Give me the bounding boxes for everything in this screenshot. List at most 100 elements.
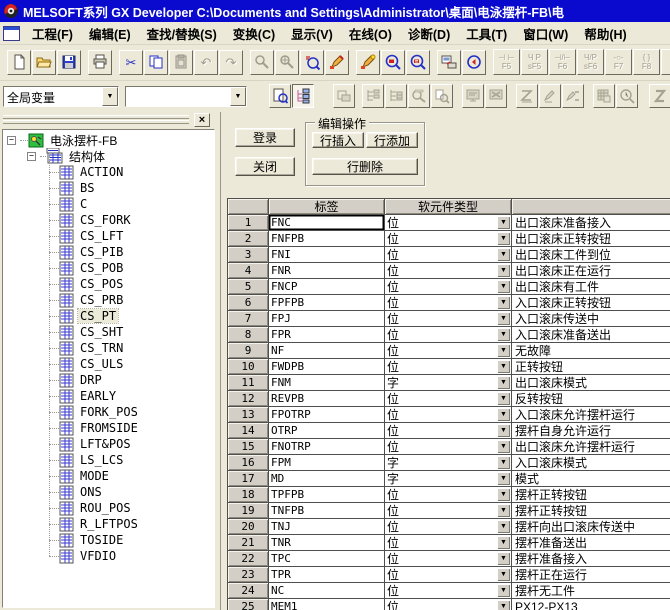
label-cell[interactable]: FNC	[269, 215, 384, 230]
comment-cell[interactable]: 正转按钮	[512, 359, 670, 374]
label-cell[interactable]: FNM	[269, 375, 384, 390]
device-type-cell[interactable]: 字 ▼	[385, 455, 511, 470]
tree-item[interactable]: CS_LFT	[3, 228, 214, 244]
type-dropdown-button[interactable]: ▼	[497, 536, 510, 549]
ladder-symbol-button[interactable]: { } F8	[633, 49, 660, 75]
cross-ref-button[interactable]	[593, 84, 615, 108]
ladder-symbol-button[interactable]: -○- F7	[605, 49, 632, 75]
type-dropdown-button[interactable]: ▼	[497, 344, 510, 357]
comment-cell[interactable]: PX12-PX13	[512, 599, 670, 610]
row-number-cell[interactable]: 16	[228, 455, 268, 470]
row-insert-button[interactable]: 行插入	[312, 132, 364, 148]
row-number-cell[interactable]: 20	[228, 519, 268, 534]
row-append-button[interactable]: 行添加	[366, 132, 418, 148]
label-cell[interactable]: FPOTRP	[269, 407, 384, 422]
device-type-cell[interactable]: 位 ▼	[385, 311, 511, 326]
type-dropdown-button[interactable]: ▼	[497, 440, 510, 453]
tree-item[interactable]: VFDIO	[3, 548, 214, 564]
device-type-cell[interactable]: 位 ▼	[385, 279, 511, 294]
label-cell[interactable]: FNI	[269, 247, 384, 262]
close-button[interactable]: 关闭	[235, 157, 295, 176]
print-button[interactable]	[88, 50, 112, 75]
copy-button[interactable]	[144, 50, 168, 75]
entry-monitor-button[interactable]	[616, 84, 638, 108]
comment-cell[interactable]: 摆杆无工件	[512, 583, 670, 598]
row-number-cell[interactable]: 19	[228, 503, 268, 518]
save-project-button[interactable]	[57, 50, 81, 75]
tree-item[interactable]: BS	[3, 180, 214, 196]
comment-cell[interactable]: 入口滚床允许摆杆运行	[512, 407, 670, 422]
write-mode-button[interactable]	[356, 50, 380, 75]
scope-combo[interactable]: 全局变量 ▼	[3, 86, 119, 107]
comment-cell[interactable]: 反转按钮	[512, 391, 670, 406]
find-coil-button[interactable]	[431, 84, 453, 108]
toolbar-grip[interactable]	[3, 120, 189, 124]
comment-cell[interactable]: 出口滚床正在运行	[512, 263, 670, 278]
device-type-cell[interactable]: 位 ▼	[385, 439, 511, 454]
label-cell[interactable]: TPFPB	[269, 487, 384, 502]
tree-item[interactable]: EARLY	[3, 388, 214, 404]
menu-item[interactable]: 窗口(W)	[515, 22, 576, 45]
row-number-cell[interactable]: 2	[228, 231, 268, 246]
type-dropdown-button[interactable]: ▼	[497, 376, 510, 389]
comment-cell[interactable]: 摆杆自身允许运行	[512, 423, 670, 438]
label-cell[interactable]: NF	[269, 343, 384, 358]
label-cell[interactable]: NC	[269, 583, 384, 598]
comment-cell[interactable]: 出口滚床模式	[512, 375, 670, 390]
row-number-cell[interactable]: 24	[228, 583, 268, 598]
transfer-setup-button[interactable]	[437, 50, 461, 75]
comment-cell[interactable]: 摆杆向出口滚床传送中	[512, 519, 670, 534]
label-cell[interactable]: TNR	[269, 535, 384, 550]
chevron-down-icon[interactable]: ▼	[102, 87, 118, 106]
login-button[interactable]: 登录	[235, 128, 295, 147]
row-number-cell[interactable]: 17	[228, 471, 268, 486]
device-type-cell[interactable]: 位 ▼	[385, 391, 511, 406]
comment-cell[interactable]: 入口滚床正转按钮	[512, 295, 670, 310]
row-number-cell[interactable]: 14	[228, 423, 268, 438]
comment-cell[interactable]: 出口滚床工件到位	[512, 247, 670, 262]
device-type-cell[interactable]: 位 ▼	[385, 263, 511, 278]
tree-root[interactable]: − 电泳摆杆-FB	[3, 132, 214, 148]
device-type-cell[interactable]: 字 ▼	[385, 375, 511, 390]
tree-item[interactable]: FROMSIDE	[3, 420, 214, 436]
label-cell[interactable]: FPFPB	[269, 295, 384, 310]
type-dropdown-button[interactable]: ▼	[497, 456, 510, 469]
ladder-symbol-button[interactable]: Ч Р sF5	[521, 49, 548, 75]
type-dropdown-button[interactable]: ▼	[497, 312, 510, 325]
structure-view-toggle[interactable]	[292, 84, 314, 108]
device-type-cell[interactable]: 位 ▼	[385, 327, 511, 342]
tree-item[interactable]: ROU_POS	[3, 500, 214, 516]
tree-item[interactable]: LS_LCS	[3, 452, 214, 468]
device-type-cell[interactable]: 位 ▼	[385, 231, 511, 246]
type-dropdown-button[interactable]: ▼	[497, 360, 510, 373]
comment-cell[interactable]: 出口滚床正转按钮	[512, 231, 670, 246]
type-dropdown-button[interactable]: ▼	[497, 280, 510, 293]
device-type-cell[interactable]: 位 ▼	[385, 503, 511, 518]
menu-item[interactable]: 显示(V)	[283, 22, 341, 45]
open-project-button[interactable]	[32, 50, 56, 75]
tree-item[interactable]: ACTION	[3, 164, 214, 180]
monitor-stop-button[interactable]	[485, 84, 507, 108]
tree-item[interactable]: FORK_POS	[3, 404, 214, 420]
row-number-cell[interactable]: 10	[228, 359, 268, 374]
find-button[interactable]	[250, 50, 274, 75]
tree-group[interactable]: − 结构体	[3, 148, 214, 164]
label-cell[interactable]: FWDPB	[269, 359, 384, 374]
window-flip-button[interactable]	[333, 84, 355, 108]
tree-item[interactable]: CS_POS	[3, 276, 214, 292]
device-type-cell[interactable]: 位 ▼	[385, 535, 511, 550]
tree-item[interactable]: CS_POB	[3, 260, 214, 276]
zoom-write-button[interactable]	[406, 50, 430, 75]
comment-cell[interactable]: 出口滚床允许摆杆运行	[512, 439, 670, 454]
row-number-cell[interactable]: 8	[228, 327, 268, 342]
type-dropdown-button[interactable]: ▼	[497, 248, 510, 261]
monitor-start-button[interactable]	[462, 84, 484, 108]
ladder-edit-button[interactable]	[325, 50, 349, 75]
tree-item[interactable]: CS_PT	[3, 308, 214, 324]
device-type-cell[interactable]: 位 ▼	[385, 487, 511, 502]
row-number-cell[interactable]: 18	[228, 487, 268, 502]
type-dropdown-button[interactable]: ▼	[497, 296, 510, 309]
tree-item[interactable]: CS_SHT	[3, 324, 214, 340]
type-dropdown-button[interactable]: ▼	[497, 568, 510, 581]
menu-item[interactable]: 诊断(D)	[400, 22, 458, 45]
